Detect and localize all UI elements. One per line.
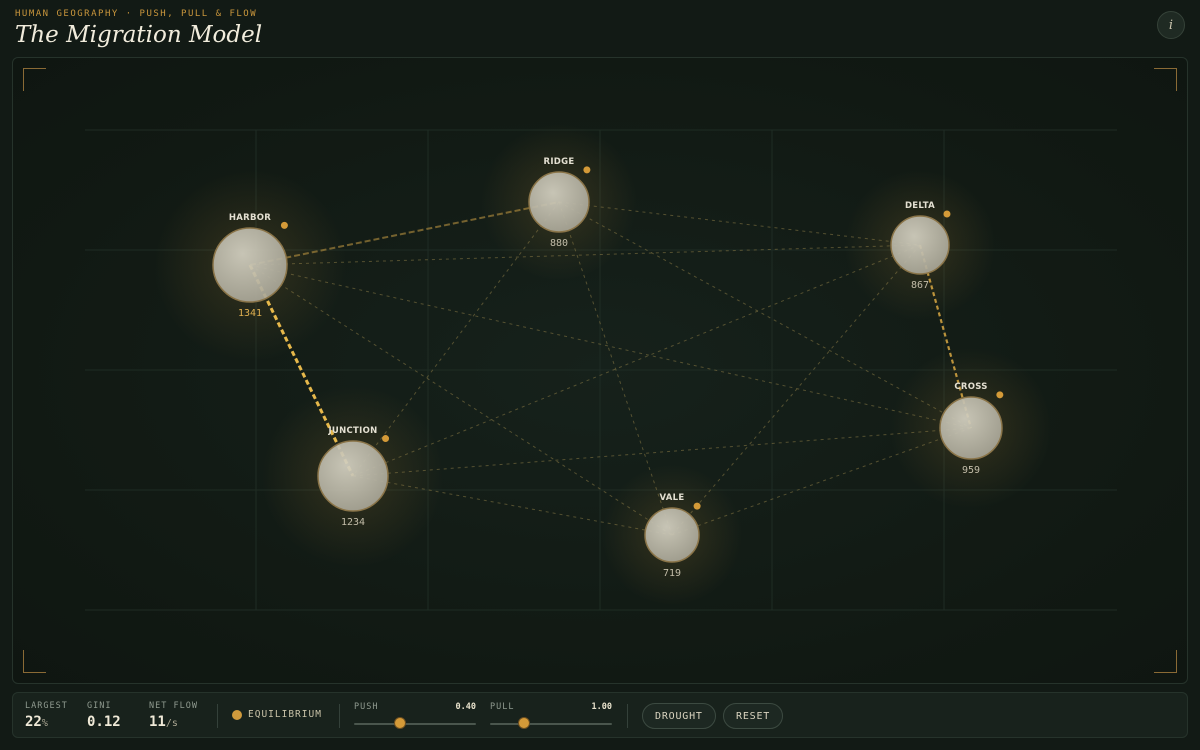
status-indicator: EQUILIBRIUM — [232, 709, 322, 720]
city-name: RIDGE — [543, 157, 574, 167]
info-button[interactable]: i — [1157, 11, 1185, 39]
city-circle — [528, 171, 590, 233]
city-marker-icon — [693, 502, 701, 510]
status-text: EQUILIBRIUM — [248, 709, 322, 720]
stat-gini: GINI 0.12 — [87, 701, 121, 730]
city-name: DELTA — [905, 201, 935, 211]
city-marker-icon — [996, 391, 1004, 399]
city-circle — [212, 227, 288, 303]
stat-largest: LARGEST 22% — [25, 701, 68, 730]
node-glows — [153, 124, 1052, 606]
push-slider-header: PUSH 0.40 — [354, 702, 476, 712]
stat-largest-label: LARGEST — [25, 701, 68, 711]
stat-largest-value: 22% — [25, 714, 68, 730]
city-population: 880 — [550, 238, 568, 249]
stat-gini-label: GINI — [87, 701, 112, 711]
city-population: 1341 — [238, 308, 262, 319]
stat-gini-value: 0.12 — [87, 714, 121, 730]
header: HUMAN GEOGRAPHY · PUSH, PULL & FLOW The … — [15, 9, 262, 48]
info-icon: i — [1168, 17, 1174, 33]
pull-value: 1.00 — [591, 702, 612, 712]
city-population: 1234 — [341, 517, 365, 528]
stat-net-flow-value: 11/s — [149, 714, 198, 730]
city-name: HARBOR — [229, 213, 271, 223]
city-circle — [939, 396, 1003, 460]
city-marker-icon — [943, 210, 951, 218]
migration-map[interactable]: HARBOR 1341 RIDGE 880 DELTA 867 JUNCTION 1234 CR… — [12, 57, 1188, 684]
stat-net-flow-number: 11 — [149, 714, 166, 730]
push-label: PUSH — [354, 702, 379, 712]
city-marker-icon — [583, 166, 591, 174]
flow-line — [671, 244, 921, 536]
drought-button[interactable]: DROUGHT — [642, 703, 716, 729]
city-marker-icon — [382, 435, 390, 443]
divider — [217, 704, 218, 728]
pull-label: PULL — [490, 702, 515, 712]
control-bar: LARGEST 22% GINI 0.12 NET FLOW 11/s EQUI… — [12, 692, 1188, 738]
stat-net-flow-label: NET FLOW — [149, 701, 198, 711]
stat-largest-number: 22 — [25, 714, 42, 730]
push-slider-track[interactable] — [354, 717, 476, 729]
pull-slider-handle[interactable] — [518, 717, 531, 729]
reset-button[interactable]: RESET — [723, 703, 784, 729]
city-name: VALE — [659, 493, 684, 503]
page-title: The Migration Model — [15, 22, 263, 48]
city-name: JUNCTION — [327, 426, 377, 436]
city-circle — [644, 507, 700, 563]
divider — [627, 704, 628, 728]
push-value: 0.40 — [455, 702, 476, 712]
city-name: CROSS — [954, 382, 987, 392]
eyebrow-text: HUMAN GEOGRAPHY · PUSH, PULL & FLOW — [15, 9, 258, 19]
push-slider[interactable]: PUSH 0.40 — [354, 702, 476, 729]
city-marker-icon — [280, 221, 288, 229]
stat-net-flow-unit: /s — [165, 718, 178, 729]
city-population: 867 — [911, 280, 929, 291]
pull-slider-track[interactable] — [490, 717, 612, 729]
city-population: 719 — [663, 568, 681, 579]
city-circle — [890, 215, 950, 275]
divider — [339, 704, 340, 728]
stat-net-flow: NET FLOW 11/s — [149, 701, 198, 730]
network-canvas: HARBOR 1341 RIDGE 880 DELTA 867 JUNCTION 1234 CR… — [85, 124, 1117, 611]
push-slider-handle[interactable] — [394, 717, 407, 729]
status-dot-icon — [232, 709, 242, 720]
city-circle — [317, 440, 389, 512]
pull-slider[interactable]: PULL 1.00 — [490, 702, 612, 729]
stat-largest-unit: % — [41, 718, 48, 729]
pull-slider-header: PULL 1.00 — [490, 702, 612, 712]
city-population: 959 — [962, 465, 980, 476]
flow-line — [352, 244, 921, 477]
